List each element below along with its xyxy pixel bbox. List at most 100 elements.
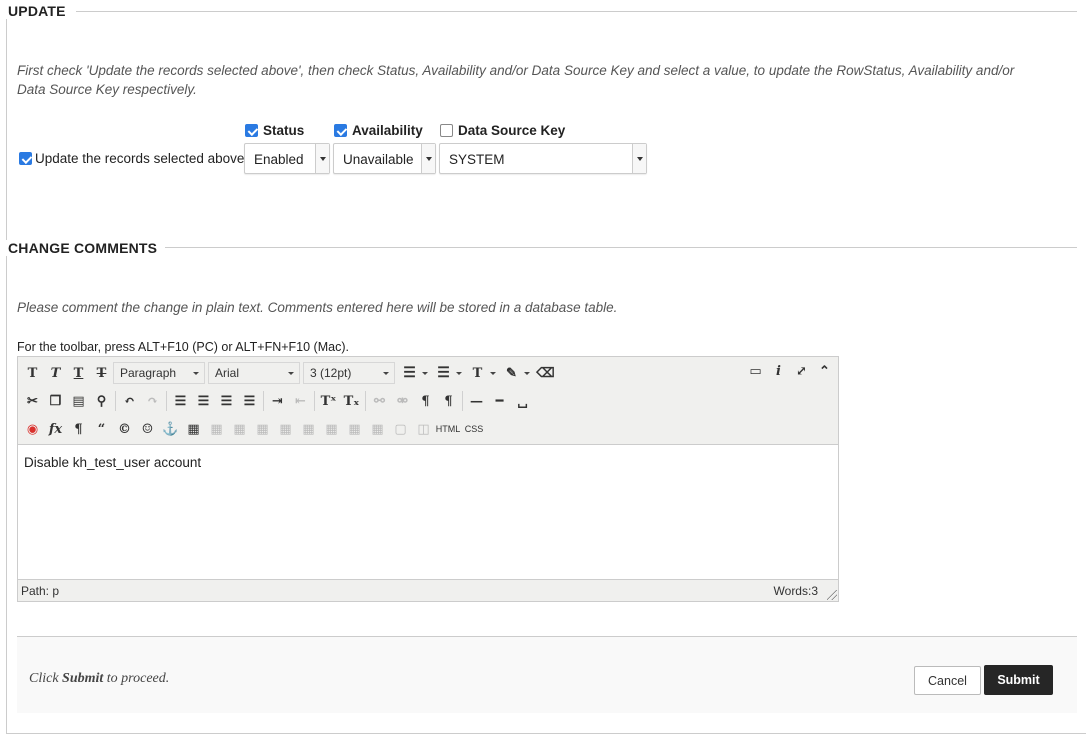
justify-icon[interactable]: ☰ [238,390,261,412]
unlink-icon[interactable]: ⚮ [391,390,414,412]
availability-column[interactable]: Availability [334,123,423,138]
update-records-label: Update the records selected above [35,151,245,166]
availability-label: Availability [352,123,423,138]
html-source-button[interactable]: HTML [435,418,461,440]
table-cell-props-icon[interactable]: ▦ [228,418,251,440]
availability-select[interactable]: Unavailable [333,143,436,174]
data-source-key-select-value: SYSTEM [449,152,505,167]
insert-col-after-icon[interactable]: ▦ [343,418,366,440]
redo-icon[interactable]: ↷ [141,390,164,412]
comments-instructions: Please comment the change in plain text.… [17,300,618,315]
submit-note-suffix: to proceed. [103,671,170,686]
outdent-icon[interactable]: ⇤ [289,390,312,412]
blockquote-icon[interactable]: “ [90,418,113,440]
align-right-icon[interactable]: ☰ [215,390,238,412]
emoticon-icon[interactable]: ☺ [136,418,159,440]
toolbar-hint: For the toolbar, press ALT+F10 (PC) or A… [17,340,349,354]
italic-icon[interactable]: T [44,362,67,384]
nonbreaking-space-icon[interactable]: ␣ [511,390,534,412]
insert-col-before-icon[interactable]: ▦ [320,418,343,440]
data-source-key-label: Data Source Key [458,123,566,138]
delete-col-icon[interactable]: ▦ [366,418,389,440]
update-records-option[interactable]: Update the records selected above [19,151,244,166]
word-count: Words:3 [773,584,818,598]
font-dropdown[interactable]: Arial [208,362,300,384]
availability-checkbox[interactable] [334,124,347,137]
table-icon[interactable]: ▦ [182,418,205,440]
merge-cells-icon[interactable]: ◫ [412,418,435,440]
find-icon[interactable]: ⚲ [90,390,113,412]
thick-rule-icon[interactable]: ━ [488,390,511,412]
ltr-icon[interactable]: ¶ [414,390,437,412]
cancel-button[interactable]: Cancel [914,666,981,695]
rtl-icon[interactable]: ¶ [437,390,460,412]
undo-icon[interactable]: ↶ [118,390,141,412]
preview-icon[interactable]: ▭ [744,360,767,382]
bold-icon[interactable]: T [21,362,44,384]
submit-note-prefix: Click [29,671,63,686]
indent-icon[interactable]: ⇥ [266,390,289,412]
eraser-icon[interactable]: ⌫ [534,362,557,384]
css-button[interactable]: CSS [461,418,487,440]
insert-row-before-icon[interactable]: ▦ [251,418,274,440]
chevron-down-icon[interactable] [421,362,429,384]
delete-row-icon[interactable]: ▦ [297,418,320,440]
toolbar-row-1: T T T T Paragraph Arial 3 (12pt) ☰ ☰ T ✎… [21,360,557,386]
chevron-down-icon[interactable] [489,362,497,384]
update-instructions: First check 'Update the records selected… [17,63,1015,97]
subscript-icon[interactable]: Tₓ [340,390,363,412]
editor-status-bar: Path: p Words:3 [18,579,838,601]
bullet-list-icon[interactable]: ☰ [398,362,421,384]
editor-content[interactable]: Disable kh_test_user account [18,446,838,579]
chevron-down-icon[interactable] [523,362,531,384]
paste-icon[interactable]: ▤ [67,390,90,412]
status-checkbox[interactable] [245,124,258,137]
numbered-list-icon[interactable]: ☰ [432,362,455,384]
editor-toolbar: T T T T Paragraph Arial 3 (12pt) ☰ ☰ T ✎… [18,357,838,445]
data-source-key-checkbox[interactable] [440,124,453,137]
link-icon[interactable]: ⚯ [368,390,391,412]
toolbar-row-3: ◉ fx ¶ “ © ☺ ⚓ ▦ ▦ ▦ ▦ ▦ ▦ ▦ ▦ ▦ ▢ ◫ HTM… [21,416,487,442]
status-select[interactable]: Enabled [244,143,330,174]
copyright-icon[interactable]: © [113,418,136,440]
chevron-down-icon[interactable] [455,362,463,384]
text-color-icon[interactable]: T [466,362,489,384]
data-source-key-column[interactable]: Data Source Key [440,123,565,138]
resize-handle-icon[interactable] [827,590,837,600]
status-column[interactable]: Status [245,123,304,138]
copy-icon[interactable]: ❐ [44,390,67,412]
status-select-value: Enabled [254,152,304,167]
chevron-down-icon [632,144,646,173]
math-formula-icon[interactable]: fx [44,418,67,440]
split-cells-icon[interactable]: ▢ [389,418,412,440]
collapse-toolbar-icon[interactable]: ⌃ [813,360,836,382]
cut-icon[interactable]: ✂ [21,390,44,412]
chevron-down-icon [421,144,435,173]
data-source-key-select[interactable]: SYSTEM [439,143,647,174]
comments-heading-rule [165,247,1077,248]
align-left-icon[interactable]: ☰ [169,390,192,412]
table-row-props-icon[interactable]: ▦ [205,418,228,440]
horizontal-rule-icon[interactable]: — [465,390,488,412]
strikethrough-icon[interactable]: T [90,362,113,384]
comments-heading: CHANGE COMMENTS [0,240,166,256]
fullscreen-icon[interactable]: ⤢ [790,360,813,382]
chevron-down-icon [315,144,329,173]
info-icon[interactable]: i [767,360,790,382]
submit-note: Click Submit to proceed. [29,671,169,687]
paragraph-mark-icon[interactable]: ¶ [67,418,90,440]
update-records-checkbox[interactable] [19,152,32,165]
format-dropdown[interactable]: Paragraph [113,362,205,384]
anchor-icon[interactable]: ⚓ [159,418,182,440]
comment-text: Disable kh_test_user account [24,455,202,470]
insert-row-after-icon[interactable]: ▦ [274,418,297,440]
highlight-icon[interactable]: ✎ [500,362,523,384]
underline-icon[interactable]: T [67,362,90,384]
mashup-icon[interactable]: ◉ [21,418,44,440]
superscript-icon[interactable]: Tˣ [317,390,340,412]
submit-button[interactable]: Submit [984,665,1053,695]
size-dropdown[interactable]: 3 (12pt) [303,362,395,384]
align-center-icon[interactable]: ☰ [192,390,215,412]
font-value: Arial [215,366,240,380]
format-value: Paragraph [120,366,177,380]
